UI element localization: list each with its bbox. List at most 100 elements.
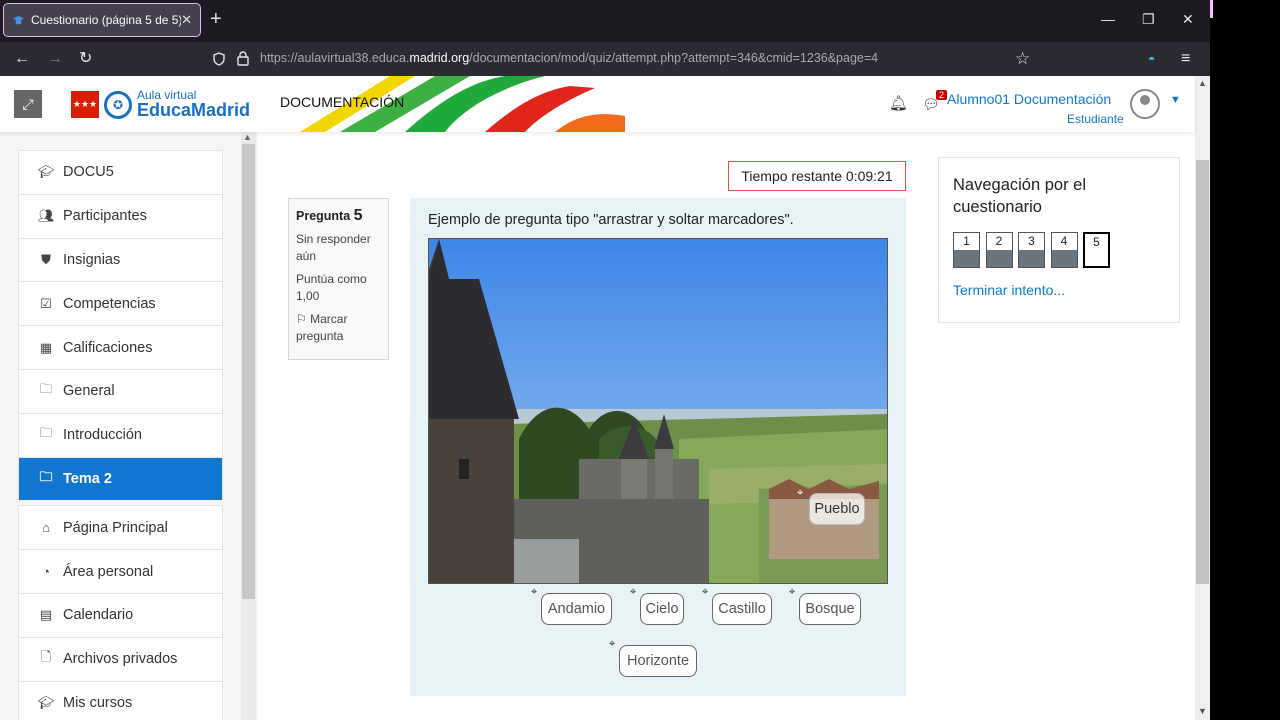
- shield-tracking-icon[interactable]: [212, 52, 226, 66]
- marker-crosshair-icon: ⌖: [609, 638, 616, 650]
- question-content: Ejemplo de pregunta tipo "arrastrar y so…: [410, 198, 906, 696]
- new-tab-icon[interactable]: +: [210, 8, 222, 30]
- lock-icon[interactable]: [237, 51, 249, 66]
- navigation-drawer: 🎓︎ DOCU5 👥︎ Participantes ⛊ Insignias ☑ Compete…: [0, 132, 258, 720]
- table-icon: ▦: [39, 339, 53, 355]
- extension-icon[interactable]: ◓: [1148, 50, 1155, 68]
- hamburger-menu-icon[interactable]: ≡: [1181, 50, 1190, 68]
- sidebar-item-calendario[interactable]: ▤ Calendario: [18, 592, 223, 637]
- browser-tab[interactable]: Cuestionario (página 5 de 5) ✕: [3, 3, 201, 37]
- answered-indicator: [954, 250, 979, 267]
- marker-crosshair-icon: ⌖: [789, 586, 796, 598]
- sidebar-item-label: General: [63, 383, 115, 400]
- sidebar-item-tema-2[interactable]: 🗀 Tema 2: [18, 456, 223, 501]
- expand-drawer-button[interactable]: ⤢: [14, 90, 42, 118]
- sidebar-item-competencias[interactable]: ☑ Competencias: [18, 281, 223, 326]
- marker-bosque[interactable]: Bosque: [799, 593, 861, 625]
- quiz-nav-button-label: 4: [1060, 234, 1068, 248]
- drawer-menu: 🎓︎ DOCU5 👥︎ Participantes ⛊ Insignias ☑ Compete…: [18, 150, 223, 720]
- quiz-nav-button-label: 1: [963, 234, 970, 248]
- page-scroll-down-icon[interactable]: ▼: [1198, 706, 1207, 716]
- marker-crosshair-icon: ⌖: [531, 586, 538, 598]
- sidebar-item-mis-cursos[interactable]: 🎓︎ Mis cursos: [18, 680, 223, 720]
- madrid-flag-logo: ★★★: [71, 91, 99, 118]
- quiz-navigation-title: Navegación por el cuestionario: [953, 176, 1086, 216]
- answered-indicator: [986, 250, 1012, 267]
- sidebar-item-label: Página Principal: [63, 519, 168, 536]
- quiz-nav-button-label: 3: [1028, 234, 1035, 248]
- sidebar-item-label: Área personal: [63, 563, 154, 580]
- sidebar-item-label: Competencias: [63, 295, 156, 312]
- minimize-icon[interactable]: —: [1101, 11, 1115, 27]
- folder-icon: 🗀: [39, 468, 53, 484]
- quiz-nav-button-4[interactable]: 4: [1050, 232, 1078, 268]
- logo-title[interactable]: EducaMadrid: [137, 100, 250, 121]
- tab-title: Cuestionario (página 5 de 5): [31, 13, 182, 27]
- sidebar-item-general[interactable]: 🗀 General: [18, 368, 223, 413]
- sidebar-item-label: Calendario: [63, 607, 134, 624]
- folder-icon: 🗀: [39, 425, 53, 441]
- question-grade: Puntúa como 1,00: [296, 272, 367, 303]
- notification-bell-icon[interactable]: 🔔︎: [889, 94, 908, 112]
- quiz-nav-button-3[interactable]: 3: [1018, 232, 1045, 268]
- marker-crosshair-icon: ⌖: [797, 487, 804, 499]
- user-name[interactable]: Alumno01 Documentación: [947, 91, 1111, 107]
- sidebar-item-label: Tema 2: [63, 470, 112, 487]
- shield-icon: ⛊: [41, 251, 51, 267]
- answered-indicator: [1019, 250, 1044, 267]
- quiz-nav-button-2[interactable]: 2: [985, 232, 1013, 268]
- drawer-scrollbar-thumb[interactable]: [242, 144, 255, 599]
- home-icon: ⌂: [42, 520, 50, 536]
- page-scroll-up-icon[interactable]: ▲: [1198, 78, 1207, 88]
- reload-icon[interactable]: ↻: [79, 50, 92, 68]
- user-avatar-icon[interactable]: [1130, 89, 1160, 119]
- back-icon[interactable]: ←: [14, 50, 30, 68]
- flag-question-link[interactable]: ⚐ Marcar pregunta: [296, 311, 381, 345]
- marker-horizonte[interactable]: Horizonte: [619, 645, 697, 677]
- file-icon: 🗋: [40, 649, 52, 665]
- sidebar-item-área-personal[interactable]: ◔ Área personal: [18, 549, 223, 593]
- close-window-icon[interactable]: ✕: [1182, 11, 1194, 28]
- page-scrollbar-thumb[interactable]: [1196, 160, 1209, 584]
- bookmark-star-icon[interactable]: ☆: [1015, 50, 1030, 68]
- castle-photo-dropzone[interactable]: Pueblo ⌖: [428, 238, 888, 584]
- quiz-nav-button-1[interactable]: 1: [953, 232, 980, 268]
- forward-icon[interactable]: →: [47, 50, 63, 68]
- dashboard-icon: ◔: [42, 564, 50, 580]
- sidebar-item-participantes[interactable]: 👥︎ Participantes: [18, 193, 223, 238]
- web-page: ⤢ ★★★ ✪ Aula virtual EducaMadrid DOCUMEN…: [0, 76, 1210, 720]
- sidebar-item-label: Calificaciones: [63, 339, 153, 356]
- drawer-scroll-up-icon[interactable]: ▲: [243, 132, 252, 142]
- site-navbar: ⤢ ★★★ ✪ Aula virtual EducaMadrid DOCUMEN…: [0, 76, 1195, 132]
- screen-margin: [1210, 0, 1280, 720]
- educamadrid-logo-icon: ✪: [104, 91, 132, 119]
- flag-icon: ⚐: [296, 312, 307, 326]
- url-field[interactable]: https://aulavirtual38.educa.madrid.org/d…: [260, 51, 878, 65]
- castle-landscape-image: [429, 239, 887, 583]
- sidebar-item-introducción[interactable]: 🗀 Introducción: [18, 412, 223, 457]
- users-icon: 👥︎: [37, 208, 55, 224]
- finish-attempt-link[interactable]: Terminar intento...: [953, 282, 1065, 298]
- user-menu-caret-icon[interactable]: ▼: [1170, 94, 1181, 106]
- course-title[interactable]: DOCUMENTACIÓN: [280, 94, 404, 110]
- restore-icon[interactable]: ❐: [1142, 11, 1155, 28]
- sidebar-item-insignias[interactable]: ⛊ Insignias: [18, 237, 223, 282]
- close-tab-icon[interactable]: ✕: [181, 12, 192, 28]
- quiz-nav-button-label: 5: [1093, 235, 1100, 249]
- sidebar-item-archivos-privados[interactable]: 🗋 Archivos privados: [18, 636, 223, 681]
- time-remaining: Tiempo restante 0:09:21: [728, 161, 906, 191]
- placed-marker-pueblo[interactable]: Pueblo: [809, 493, 865, 525]
- sidebar-item-label: Introducción: [63, 427, 142, 444]
- sidebar-item-página-principal[interactable]: ⌂ Página Principal: [18, 505, 223, 550]
- sidebar-item-label: Mis cursos: [63, 694, 133, 711]
- marker-andamio[interactable]: Andamio: [541, 593, 612, 625]
- sidebar-item-label: Archivos privados: [63, 651, 178, 668]
- folder-icon: 🗀: [39, 381, 53, 397]
- question-number: Pregunta 5: [296, 207, 363, 224]
- question-status: Sin responder aún: [296, 232, 371, 263]
- sidebar-item-docu5[interactable]: 🎓︎ DOCU5: [18, 150, 223, 194]
- quiz-nav-button-5[interactable]: 5: [1083, 232, 1110, 268]
- sidebar-item-calificaciones[interactable]: ▦ Calificaciones: [18, 325, 223, 369]
- marker-cielo[interactable]: Cielo: [640, 593, 684, 625]
- marker-castillo[interactable]: Castillo: [712, 593, 772, 625]
